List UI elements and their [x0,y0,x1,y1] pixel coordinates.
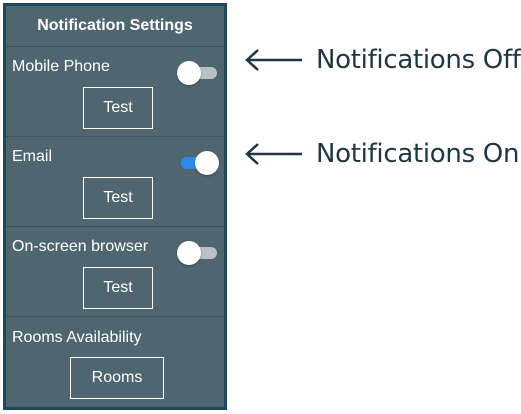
section-mobile-phone: Mobile Phone Test [6,47,224,137]
email-test-button[interactable]: Test [83,177,153,219]
toggle-knob [177,241,201,265]
mobile-phone-toggle[interactable] [177,60,219,86]
notification-settings-panel: Notification Settings Mobile Phone Test … [3,3,227,410]
toggle-knob [195,151,219,175]
callout-notifications-off: Notifications Off [244,43,521,77]
rooms-button[interactable]: Rooms [70,357,164,399]
toggle-knob [177,61,201,85]
email-label: Email [12,148,53,165]
email-toggle[interactable] [177,150,219,176]
notifications-off-text: Notifications Off [316,45,521,75]
mobile-phone-label: Mobile Phone [12,58,110,75]
notifications-on-text: Notifications On [316,139,520,169]
section-email: Email Test [6,137,224,227]
callout-notifications-on: Notifications On [244,137,519,171]
on-screen-browser-test-button[interactable]: Test [83,267,153,309]
section-rooms-availability: Rooms Availability Rooms [6,317,224,407]
panel-title: Notification Settings [6,6,224,47]
on-screen-browser-toggle[interactable] [177,240,219,266]
on-screen-browser-label: On-screen browser [12,238,149,255]
arrow-left-icon [245,143,302,165]
section-on-screen-browser: On-screen browser Test [6,227,224,317]
arrow-left-icon [245,49,302,71]
mobile-phone-test-button[interactable]: Test [83,87,153,129]
rooms-availability-label: Rooms Availability [12,329,142,346]
